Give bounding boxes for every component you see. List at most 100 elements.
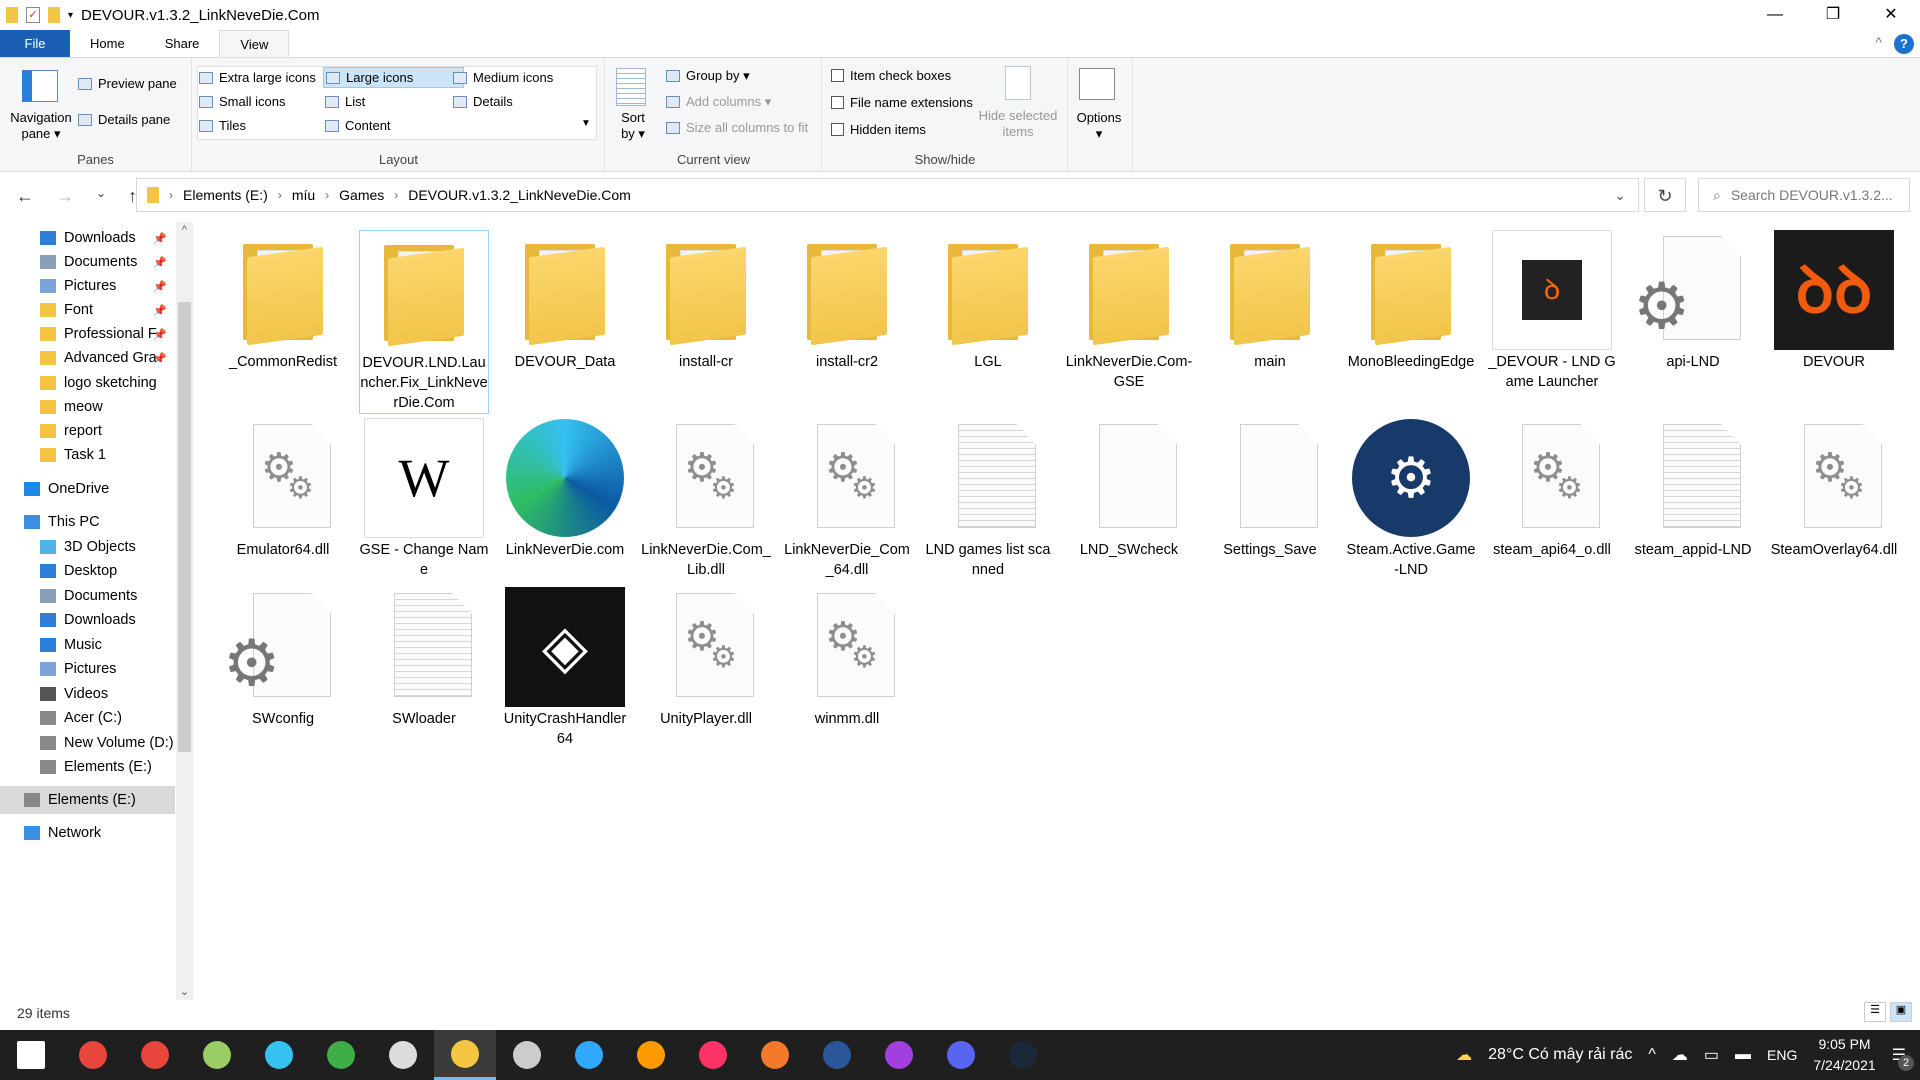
layout-small-icons[interactable]: Small icons [199, 94, 285, 109]
pin-icon[interactable]: 📌 [153, 352, 167, 365]
file-item[interactable]: ꝺꝺ DEVOUR [1769, 230, 1899, 372]
file-item[interactable]: DEVOUR_Data [500, 230, 630, 372]
taskbar-app[interactable]: Blender [744, 1030, 806, 1080]
sort-by-button[interactable]: Sort by ▾ [618, 110, 648, 142]
tab-view[interactable]: View [219, 30, 290, 57]
details-view-button[interactable]: ☰ [1864, 1002, 1886, 1022]
layout-content[interactable]: Content [325, 118, 391, 133]
add-columns-button[interactable]: Add columns ▾ [666, 94, 771, 110]
breadcrumb-item[interactable]: Elements (E:) [183, 187, 268, 203]
sidebar-scrollbar[interactable]: ^ ⌄ [176, 222, 193, 1000]
language-indicator[interactable]: ENG [1767, 1047, 1797, 1063]
taskbar-app[interactable]: Chrome [124, 1030, 186, 1080]
file-item[interactable]: ⚙ ⚙ LinkNeverDie_Com_64.dll [782, 418, 912, 580]
show-hidden-icons[interactable]: ^ [1648, 1046, 1656, 1064]
file-item[interactable]: ⚙ Steam.Active.Game-LND [1346, 418, 1476, 580]
file-item[interactable]: ⚙ ⚙ SteamOverlay64.dll [1769, 418, 1899, 560]
file-item[interactable]: MonoBleedingEdge [1346, 230, 1476, 372]
preview-pane-button[interactable]: Preview pane [78, 76, 177, 91]
sidebar-item[interactable]: Task 1 [0, 441, 175, 469]
file-item[interactable]: LinkNeverDie.Com-GSE [1064, 230, 1194, 392]
file-item[interactable]: DEVOUR.LND.Launcher.Fix_LinkNeverDie.Com [359, 230, 489, 414]
file-item[interactable]: ⚙ api-LND [1628, 230, 1758, 372]
file-item[interactable]: LND_SWcheck [1064, 418, 1194, 560]
file-item[interactable]: ⚙ ⚙ LinkNeverDie.Com_Lib.dll [641, 418, 771, 580]
breadcrumb-item[interactable]: míu [292, 187, 315, 203]
help-icon[interactable]: ? [1894, 34, 1914, 54]
sidebar-item[interactable]: This PC [0, 508, 175, 536]
file-item[interactable]: LND games list scanned [923, 418, 1053, 580]
sidebar-item[interactable]: Elements (E:) [0, 786, 175, 814]
taskbar-app[interactable]: Messenger [868, 1030, 930, 1080]
file-item[interactable]: install-cr [641, 230, 771, 372]
layout-medium-icons[interactable]: Medium icons [453, 70, 553, 85]
taskbar-app[interactable]: File Explorer [434, 1030, 496, 1080]
taskbar-app[interactable]: Id [682, 1030, 744, 1080]
breadcrumb-item[interactable]: Games [339, 187, 384, 203]
maximize-button[interactable]: ❐ [1804, 0, 1862, 30]
recent-locations-icon[interactable]: ⌄ [96, 186, 106, 207]
close-button[interactable]: ✕ [1862, 0, 1920, 30]
group-by-button[interactable]: Group by ▾ [666, 68, 750, 84]
taskbar-app[interactable]: Chrome Canary [186, 1030, 248, 1080]
properties-icon[interactable]: ✓ [26, 7, 40, 23]
layout-tiles[interactable]: Tiles [199, 118, 246, 133]
pin-icon[interactable]: 📌 [153, 304, 167, 317]
size-columns-button[interactable]: Size all columns to fit [666, 120, 808, 135]
hidden-items-checkbox[interactable]: Hidden items [831, 122, 926, 137]
layout-large-icons[interactable]: Large icons [323, 67, 465, 88]
customize-toolbar-icon[interactable]: ▾ [68, 10, 73, 21]
sidebar-item[interactable]: Elements (E:) [0, 753, 175, 781]
layout-more-icon[interactable]: ▼ [581, 118, 591, 129]
notifications-icon[interactable]: ☰ 2 [1892, 1045, 1914, 1071]
file-item[interactable]: LGL [923, 230, 1053, 372]
taskbar-app[interactable]: W [806, 1030, 868, 1080]
minimize-button[interactable]: — [1746, 0, 1804, 30]
taskbar-app[interactable]: App [310, 1030, 372, 1080]
taskbar-app[interactable]: Ai [620, 1030, 682, 1080]
file-item[interactable]: install-cr2 [782, 230, 912, 372]
collapse-ribbon-icon[interactable]: ^ [1875, 34, 1882, 50]
address-dropdown-icon[interactable]: ⌄ [1614, 187, 1626, 204]
layout-details[interactable]: Details [453, 94, 513, 109]
large-icons-view-button[interactable]: ▣ [1890, 1002, 1912, 1022]
options-button[interactable]: Options ▾ [1075, 110, 1123, 142]
file-item[interactable]: ◈ UnityCrashHandler64 [500, 587, 630, 749]
refresh-button[interactable]: ↻ [1644, 178, 1686, 212]
details-pane-button[interactable]: Details pane [78, 112, 170, 127]
taskbar-app[interactable]: Ps [558, 1030, 620, 1080]
file-item[interactable]: W GSE - Change Name [359, 418, 489, 580]
onedrive-icon[interactable]: ☁ [1672, 1045, 1688, 1065]
tab-file[interactable]: File [0, 30, 70, 57]
pin-icon[interactable]: 📌 [153, 328, 167, 341]
taskbar-app[interactable]: Steam [992, 1030, 1054, 1080]
meet-now-icon[interactable]: ▭ [1704, 1045, 1719, 1065]
file-name-extensions-checkbox[interactable]: File name extensions [831, 95, 973, 110]
file-item[interactable]: main [1205, 230, 1335, 372]
taskbar-app[interactable]: App [372, 1030, 434, 1080]
layout-extra-large-icons[interactable]: Extra large icons [199, 70, 316, 85]
file-item[interactable]: steam_appid-LND [1628, 418, 1758, 560]
taskbar-app[interactable]: App [496, 1030, 558, 1080]
file-item[interactable]: ⚙ ⚙ Emulator64.dll [218, 418, 348, 560]
file-item[interactable]: ⚙ SWconfig [218, 587, 348, 729]
battery-icon[interactable]: ▬ [1735, 1046, 1751, 1064]
file-item[interactable]: ⚙ ⚙ steam_api64_o.dll [1487, 418, 1617, 560]
sidebar-item[interactable]: OneDrive [0, 475, 175, 503]
sidebar-item[interactable]: Pictures [0, 655, 175, 683]
search-box[interactable]: ⌕ Search DEVOUR.v1.3.2... [1698, 178, 1910, 212]
sidebar-item[interactable]: Downloads [0, 606, 175, 634]
new-folder-icon[interactable] [48, 7, 60, 23]
file-item[interactable]: ⚙ ⚙ UnityPlayer.dll [641, 587, 771, 729]
forward-button[interactable]: → [56, 186, 74, 207]
pin-icon[interactable]: 📌 [153, 280, 167, 293]
hide-selected-items-button[interactable]: Hide selected items [975, 108, 1061, 140]
tab-share[interactable]: Share [145, 30, 220, 57]
breadcrumb-item[interactable]: DEVOUR.v1.3.2_LinkNeveDie.Com [408, 187, 631, 203]
file-item[interactable]: SWloader [359, 587, 489, 729]
address-bar[interactable]: › Elements (E:) › míu › Games › DEVOUR.v1.3… [136, 178, 1639, 212]
sidebar-item[interactable]: Advanced Gra 📌 [0, 344, 175, 372]
file-item[interactable]: Settings_Save [1205, 418, 1335, 560]
pin-icon[interactable]: 📌 [153, 256, 167, 269]
navigation-pane-button[interactable]: Navigation pane ▾ [6, 110, 76, 142]
